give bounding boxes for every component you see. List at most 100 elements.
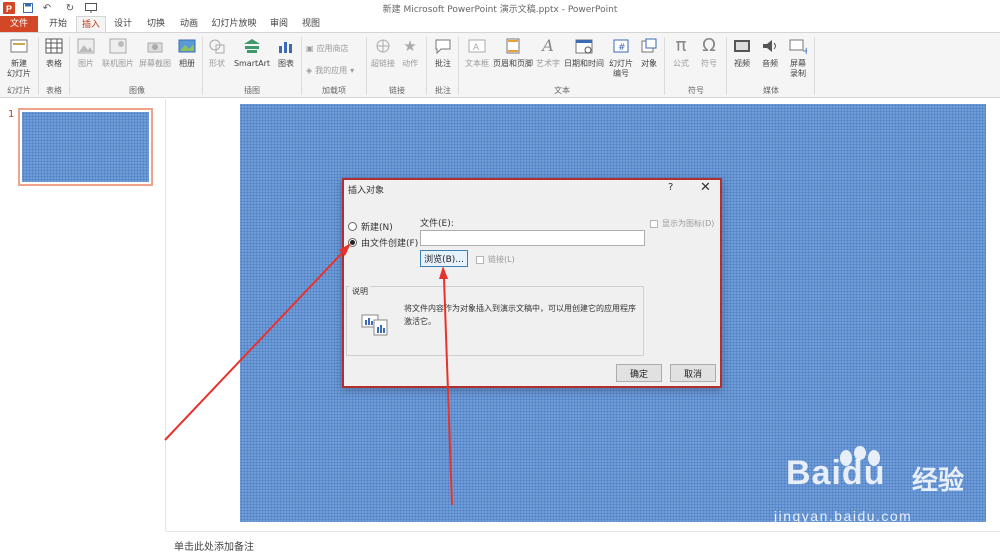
- ok-button[interactable]: 确定: [616, 364, 662, 382]
- screenshot-button[interactable]: 屏幕截图: [137, 36, 173, 69]
- textbox-label: 文本框: [465, 59, 489, 68]
- smartart-icon: [242, 36, 262, 56]
- group-label-comments: 批注: [435, 86, 451, 95]
- hyperlink-label: 超链接: [371, 59, 395, 68]
- video-button[interactable]: 视频: [730, 36, 754, 69]
- notes-placeholder: 单击此处添加备注: [174, 542, 254, 553]
- chart-button[interactable]: 图表: [275, 36, 297, 69]
- globe-icon: [373, 36, 393, 56]
- picture-label: 图片: [78, 59, 94, 68]
- group-label-links: 链接: [389, 86, 405, 95]
- album-button[interactable]: 相册: [175, 36, 199, 69]
- symbol-button[interactable]: Ω 符号: [696, 36, 722, 69]
- chart-icon: [276, 36, 296, 56]
- my-apps-label: 我的应用: [315, 66, 348, 75]
- datetime-button[interactable]: 日期和时间: [563, 36, 605, 69]
- action-button[interactable]: ★ 动作: [399, 36, 421, 69]
- online-picture-icon: [108, 36, 128, 56]
- app-title: 新建 Microsoft PowerPoint 演示文稿.pptx - Powe…: [382, 5, 618, 15]
- hyperlink-button[interactable]: 超链接: [369, 36, 397, 69]
- svg-text:A: A: [473, 43, 480, 53]
- wordart-label: 艺术字: [536, 59, 560, 68]
- show-as-icon-checkbox[interactable]: 显示为图标(D): [650, 218, 714, 229]
- object-icon: [639, 36, 659, 56]
- group-label-symbols: 符号: [688, 86, 704, 95]
- table-label: 表格: [46, 59, 62, 68]
- help-button[interactable]: ?: [668, 182, 673, 193]
- slide-thumbnail[interactable]: [18, 108, 153, 186]
- tab-slideshow[interactable]: 幻灯片放映: [206, 16, 262, 32]
- chart-label: 图表: [278, 59, 294, 68]
- online-picture-button[interactable]: 联机图片: [100, 36, 136, 69]
- pi-icon: π: [675, 35, 687, 56]
- screen-recording-button[interactable]: + 屏幕 录制: [785, 36, 811, 79]
- slide-number-label: 幻灯片 编号: [609, 59, 633, 78]
- omega-icon: Ω: [702, 35, 716, 56]
- tab-transitions[interactable]: 切换: [140, 16, 172, 32]
- tab-home[interactable]: 开始: [40, 16, 76, 32]
- table-button[interactable]: 表格: [42, 36, 66, 69]
- picture-button[interactable]: 图片: [74, 36, 98, 69]
- radio-create-from-file[interactable]: 由文件创建(F): [348, 236, 418, 249]
- dialog-title: 插入对象: [348, 186, 385, 196]
- smartart-label: SmartArt: [233, 59, 271, 68]
- notes-pane[interactable]: 单击此处添加备注: [166, 531, 1000, 557]
- tab-view[interactable]: 视图: [296, 16, 326, 32]
- new-slide-button[interactable]: 新建 幻灯片: [2, 36, 36, 79]
- group-separator: [664, 37, 665, 95]
- object-label: 对象: [641, 59, 657, 68]
- group-label-media: 媒体: [763, 86, 779, 95]
- baidu-watermark: Baidu 经验 jingyan.baidu.com: [770, 446, 990, 532]
- group-label-tables: 表格: [46, 86, 62, 95]
- browse-button[interactable]: 浏览(B)...: [420, 250, 468, 267]
- radio-indicator: [348, 222, 357, 231]
- group-separator: [366, 37, 367, 95]
- shapes-icon: [207, 36, 227, 56]
- radio-create-new[interactable]: 新建(N): [348, 220, 393, 233]
- header-footer-button[interactable]: 页眉和页脚: [493, 36, 533, 69]
- symbol-label: 符号: [701, 59, 717, 68]
- title-bar: P ↶ ↻ 新建 Microsoft PowerPoint 演示文稿.pptx …: [0, 0, 1000, 16]
- table-icon: [44, 36, 64, 56]
- tab-insert[interactable]: 插入: [76, 16, 106, 33]
- checkbox-box: [650, 219, 658, 228]
- show-as-icon-label: 显示为图标(D): [662, 219, 715, 228]
- screen-recording-icon: +: [788, 36, 808, 56]
- equation-button[interactable]: π 公式: [668, 36, 694, 69]
- object-button[interactable]: 对象: [637, 36, 661, 69]
- tab-animations[interactable]: 动画: [174, 16, 204, 32]
- tab-design[interactable]: 设计: [108, 16, 138, 32]
- group-separator: [426, 37, 427, 95]
- group-label-images: 图像: [129, 86, 145, 95]
- group-separator: [38, 37, 39, 95]
- comment-button[interactable]: 批注: [431, 36, 455, 69]
- watermark-brand: Baidu: [786, 454, 886, 492]
- file-path-input[interactable]: [420, 230, 645, 246]
- chevron-down-icon: ▾: [350, 66, 355, 75]
- ribbon-tabs: 文件 开始 插入 设计 切换 动画 幻灯片放映 审阅 视图: [0, 16, 1000, 33]
- apps-icon: ◈: [306, 66, 313, 75]
- video-label: 视频: [734, 59, 750, 68]
- album-icon: [177, 36, 197, 56]
- link-checkbox[interactable]: 链接(L): [476, 254, 515, 265]
- tab-file[interactable]: 文件: [0, 16, 38, 32]
- cancel-button[interactable]: 取消: [670, 364, 716, 382]
- svg-text:+: +: [802, 46, 807, 54]
- watermark-url: jingyan.baidu.com: [774, 508, 913, 524]
- group-label-addins: 加载项: [322, 86, 346, 95]
- slide-number-icon: #: [611, 36, 631, 56]
- insert-object-dialog: 插入对象 ? ✕ 新建(N) 由文件创建(F) 文件(E): 浏览(B)... …: [342, 178, 722, 388]
- audio-button[interactable]: 音频: [758, 36, 782, 69]
- textbox-button[interactable]: A 文本框: [462, 36, 492, 69]
- smartart-button[interactable]: SmartArt: [232, 36, 272, 69]
- shapes-button[interactable]: 形状: [206, 36, 228, 69]
- slide-number-button[interactable]: # 幻灯片 编号: [606, 36, 636, 79]
- tab-review[interactable]: 审阅: [264, 16, 294, 32]
- close-button[interactable]: ✕: [700, 180, 711, 195]
- app-store-label: 应用商店: [316, 44, 349, 53]
- my-apps-button[interactable]: ◈ 我的应用 ▾: [306, 65, 354, 76]
- description-text: 将文件内容作为对象插入到演示文稿中，可以用创建它的应用程序激活它。: [404, 304, 636, 326]
- wordart-button[interactable]: A 艺术字: [534, 36, 562, 69]
- app-store-button[interactable]: ▣ 应用商店: [306, 43, 349, 54]
- file-label: 文件(E):: [420, 219, 454, 229]
